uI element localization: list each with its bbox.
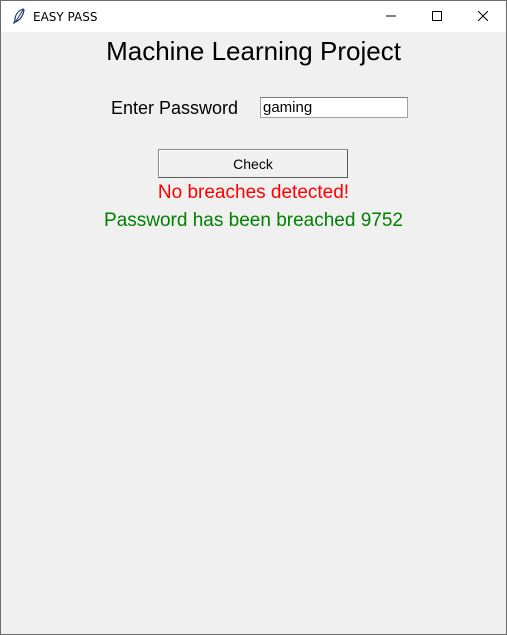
password-input[interactable] <box>260 97 408 118</box>
window-title: EASY PASS <box>33 10 98 24</box>
main-content: Machine Learning Project Enter Password … <box>1 32 506 634</box>
feather-icon <box>12 8 26 25</box>
password-label: Enter Password <box>111 98 239 118</box>
status-message: No breaches detected! <box>157 182 350 203</box>
check-button[interactable]: Check <box>158 149 348 178</box>
close-button[interactable] <box>460 1 506 32</box>
title-bar[interactable]: EASY PASS <box>1 1 506 32</box>
app-window: EASY PASS Machine Learning Project Enter… <box>0 0 507 635</box>
page-title: Machine Learning Project <box>106 36 401 66</box>
maximize-button[interactable] <box>414 1 460 32</box>
close-icon <box>477 8 489 26</box>
minimize-icon <box>386 8 396 26</box>
maximize-icon <box>432 8 442 26</box>
minimize-button[interactable] <box>368 1 414 32</box>
result-message: Password has been breached 9752 <box>104 210 403 231</box>
